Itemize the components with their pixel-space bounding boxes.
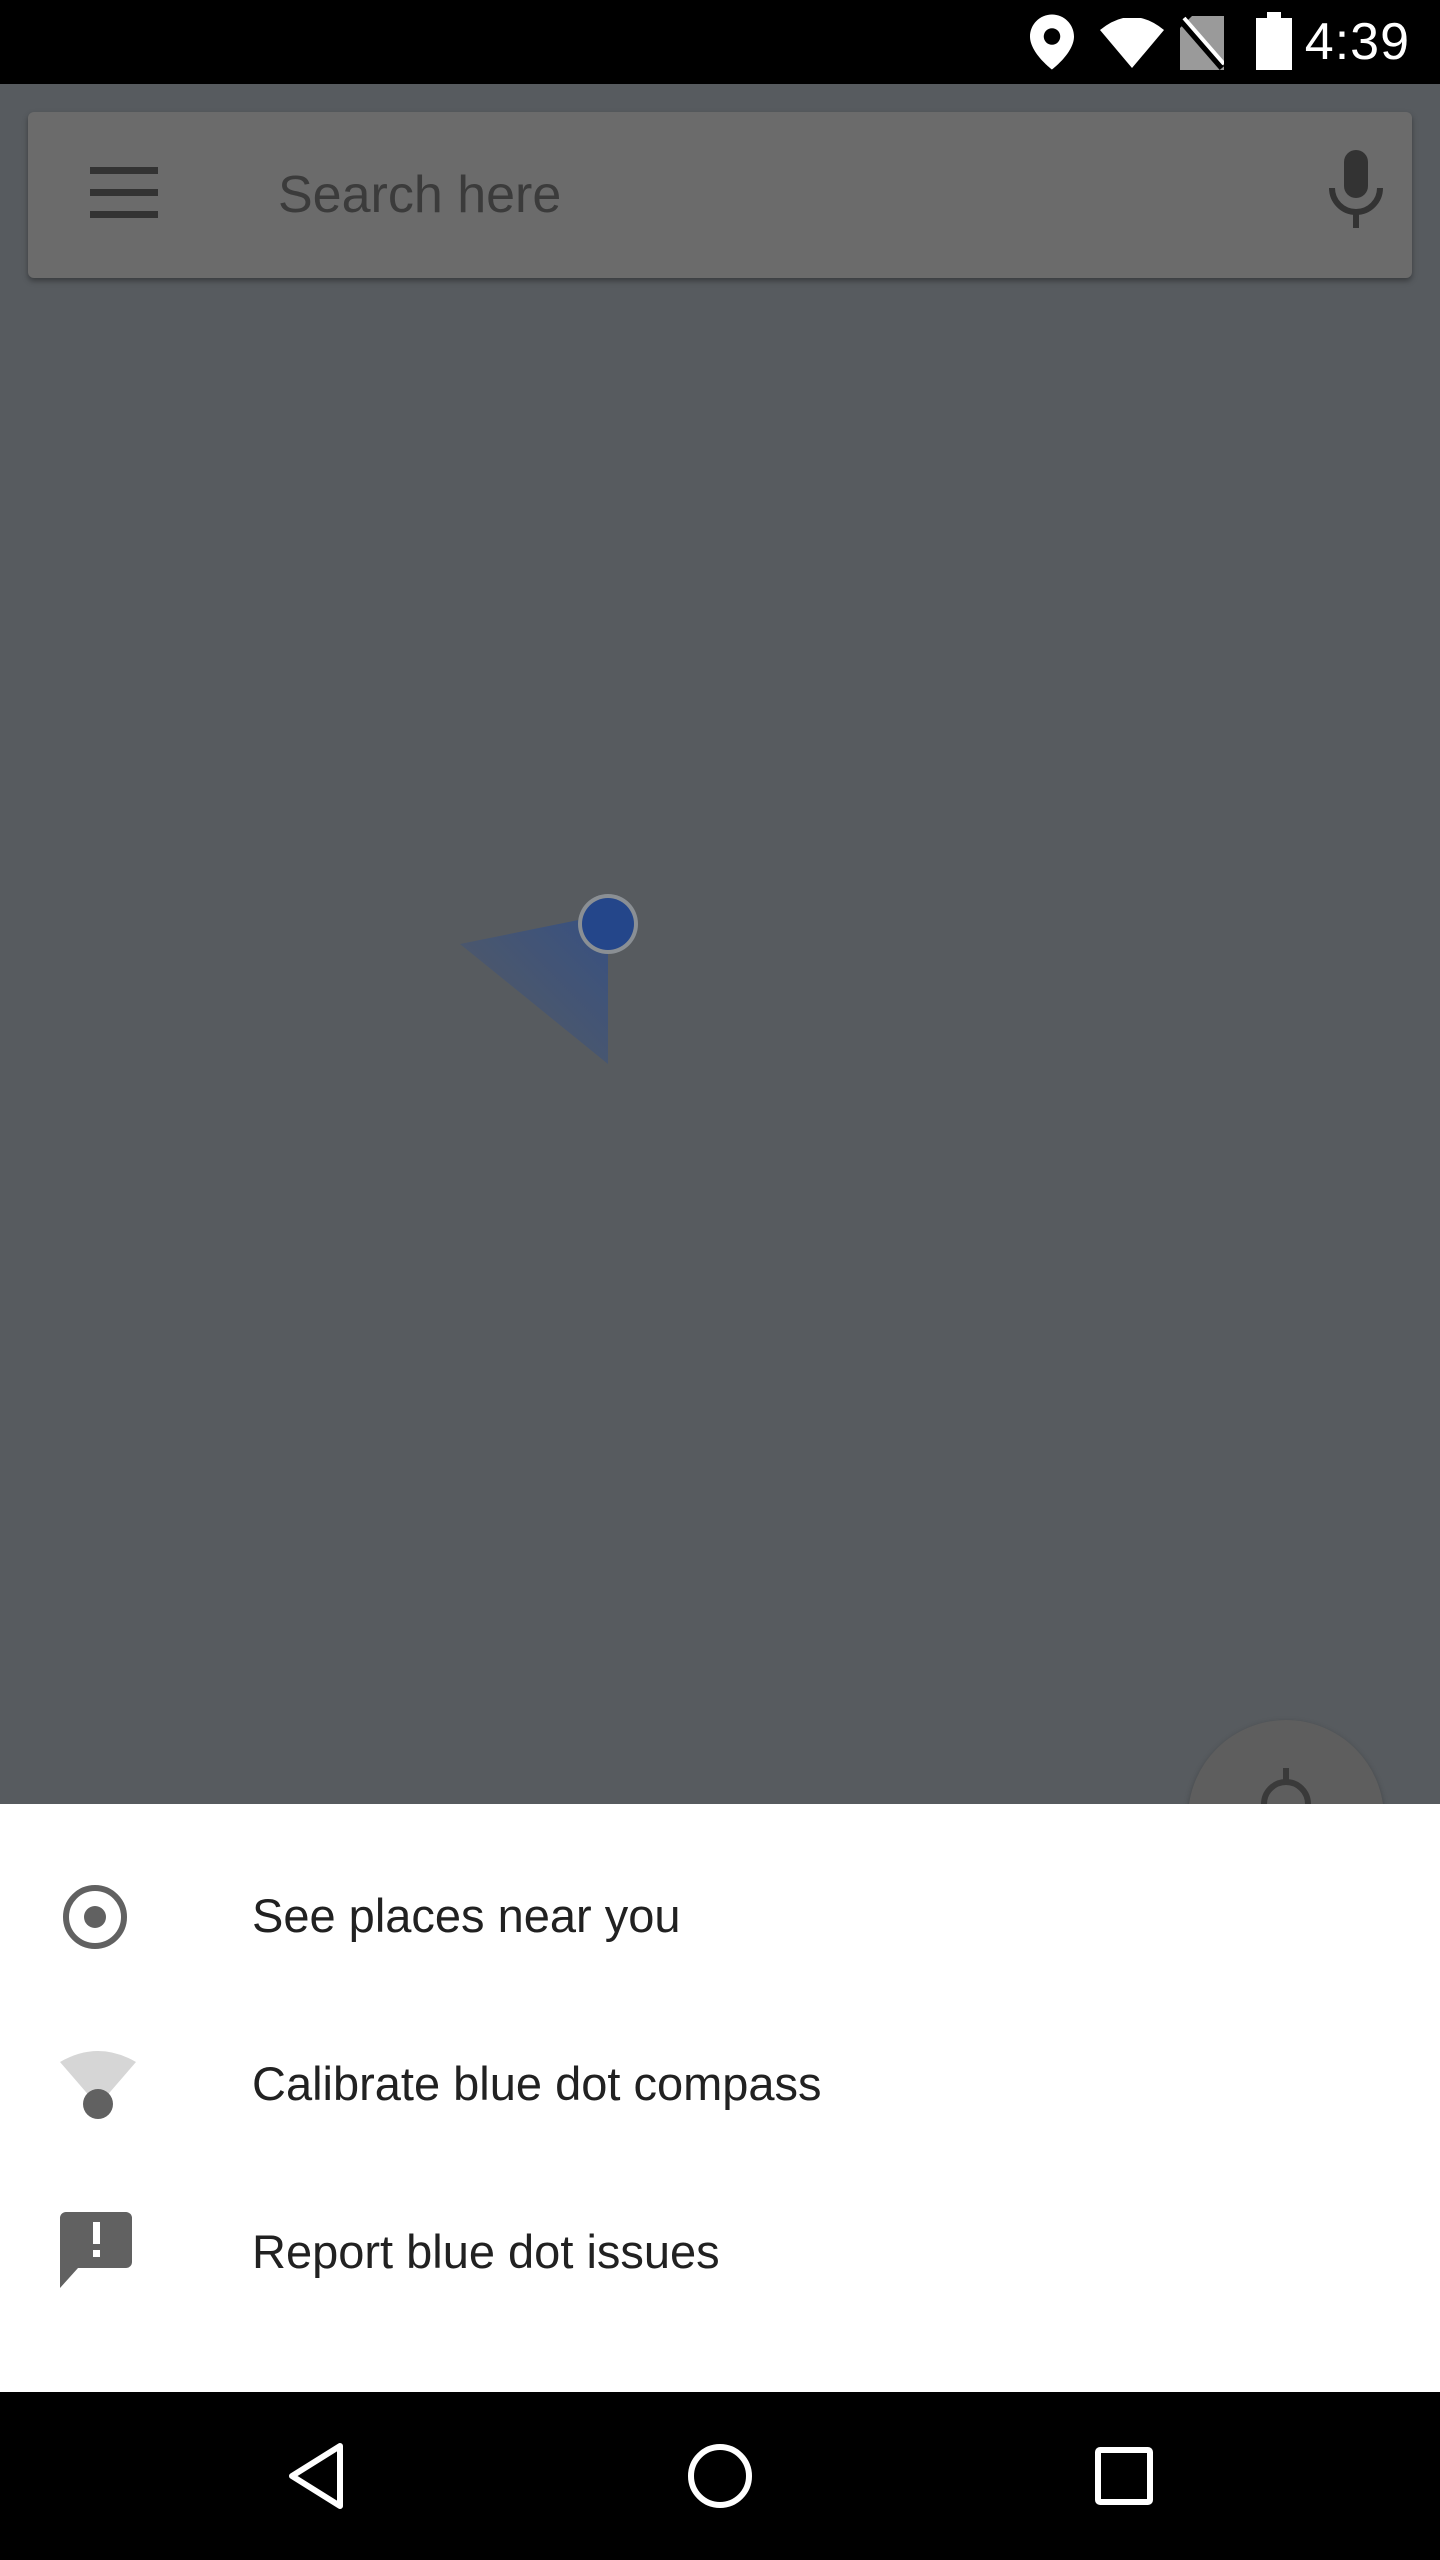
item-label: See places near you	[252, 1889, 681, 1942]
location-icon	[1030, 14, 1074, 75]
feedback-icon	[60, 2212, 132, 2293]
home-icon	[688, 2444, 752, 2508]
wifi-icon	[1100, 17, 1164, 73]
mic-icon[interactable]	[1324, 150, 1388, 245]
bottom-sheet: See places near you Calibrate blue dot c…	[0, 1804, 1440, 2392]
calibrate-compass-item[interactable]: Calibrate blue dot compass	[0, 2000, 1440, 2168]
see-places-near-you-item[interactable]: See places near you	[0, 1832, 1440, 2000]
item-label: Report blue dot issues	[252, 2225, 720, 2278]
radio-target-icon	[60, 1882, 130, 1957]
item-label: Calibrate blue dot compass	[252, 2057, 822, 2110]
status-bar: 4:39	[0, 0, 1440, 84]
recents-icon	[1095, 2447, 1153, 2505]
menu-icon[interactable]	[90, 159, 158, 232]
search-bar[interactable]	[28, 112, 1412, 278]
back-icon	[289, 2443, 343, 2509]
status-time: 4:39	[1304, 13, 1410, 71]
recents-button[interactable]	[1024, 2392, 1224, 2560]
no-sim-icon	[1179, 16, 1226, 75]
battery-icon	[1256, 12, 1292, 75]
home-button[interactable]	[620, 2392, 820, 2560]
search-input[interactable]	[278, 112, 1278, 278]
compass-beam-icon	[60, 2050, 136, 2127]
report-issues-item[interactable]: Report blue dot issues	[0, 2168, 1440, 2336]
back-button[interactable]	[216, 2392, 416, 2560]
blue-dot-marker	[460, 824, 660, 1089]
screen: 4:39 Search here See places near you Cal…	[0, 0, 1440, 2560]
navigation-bar	[0, 2392, 1440, 2560]
map-view[interactable]	[0, 84, 1440, 1916]
